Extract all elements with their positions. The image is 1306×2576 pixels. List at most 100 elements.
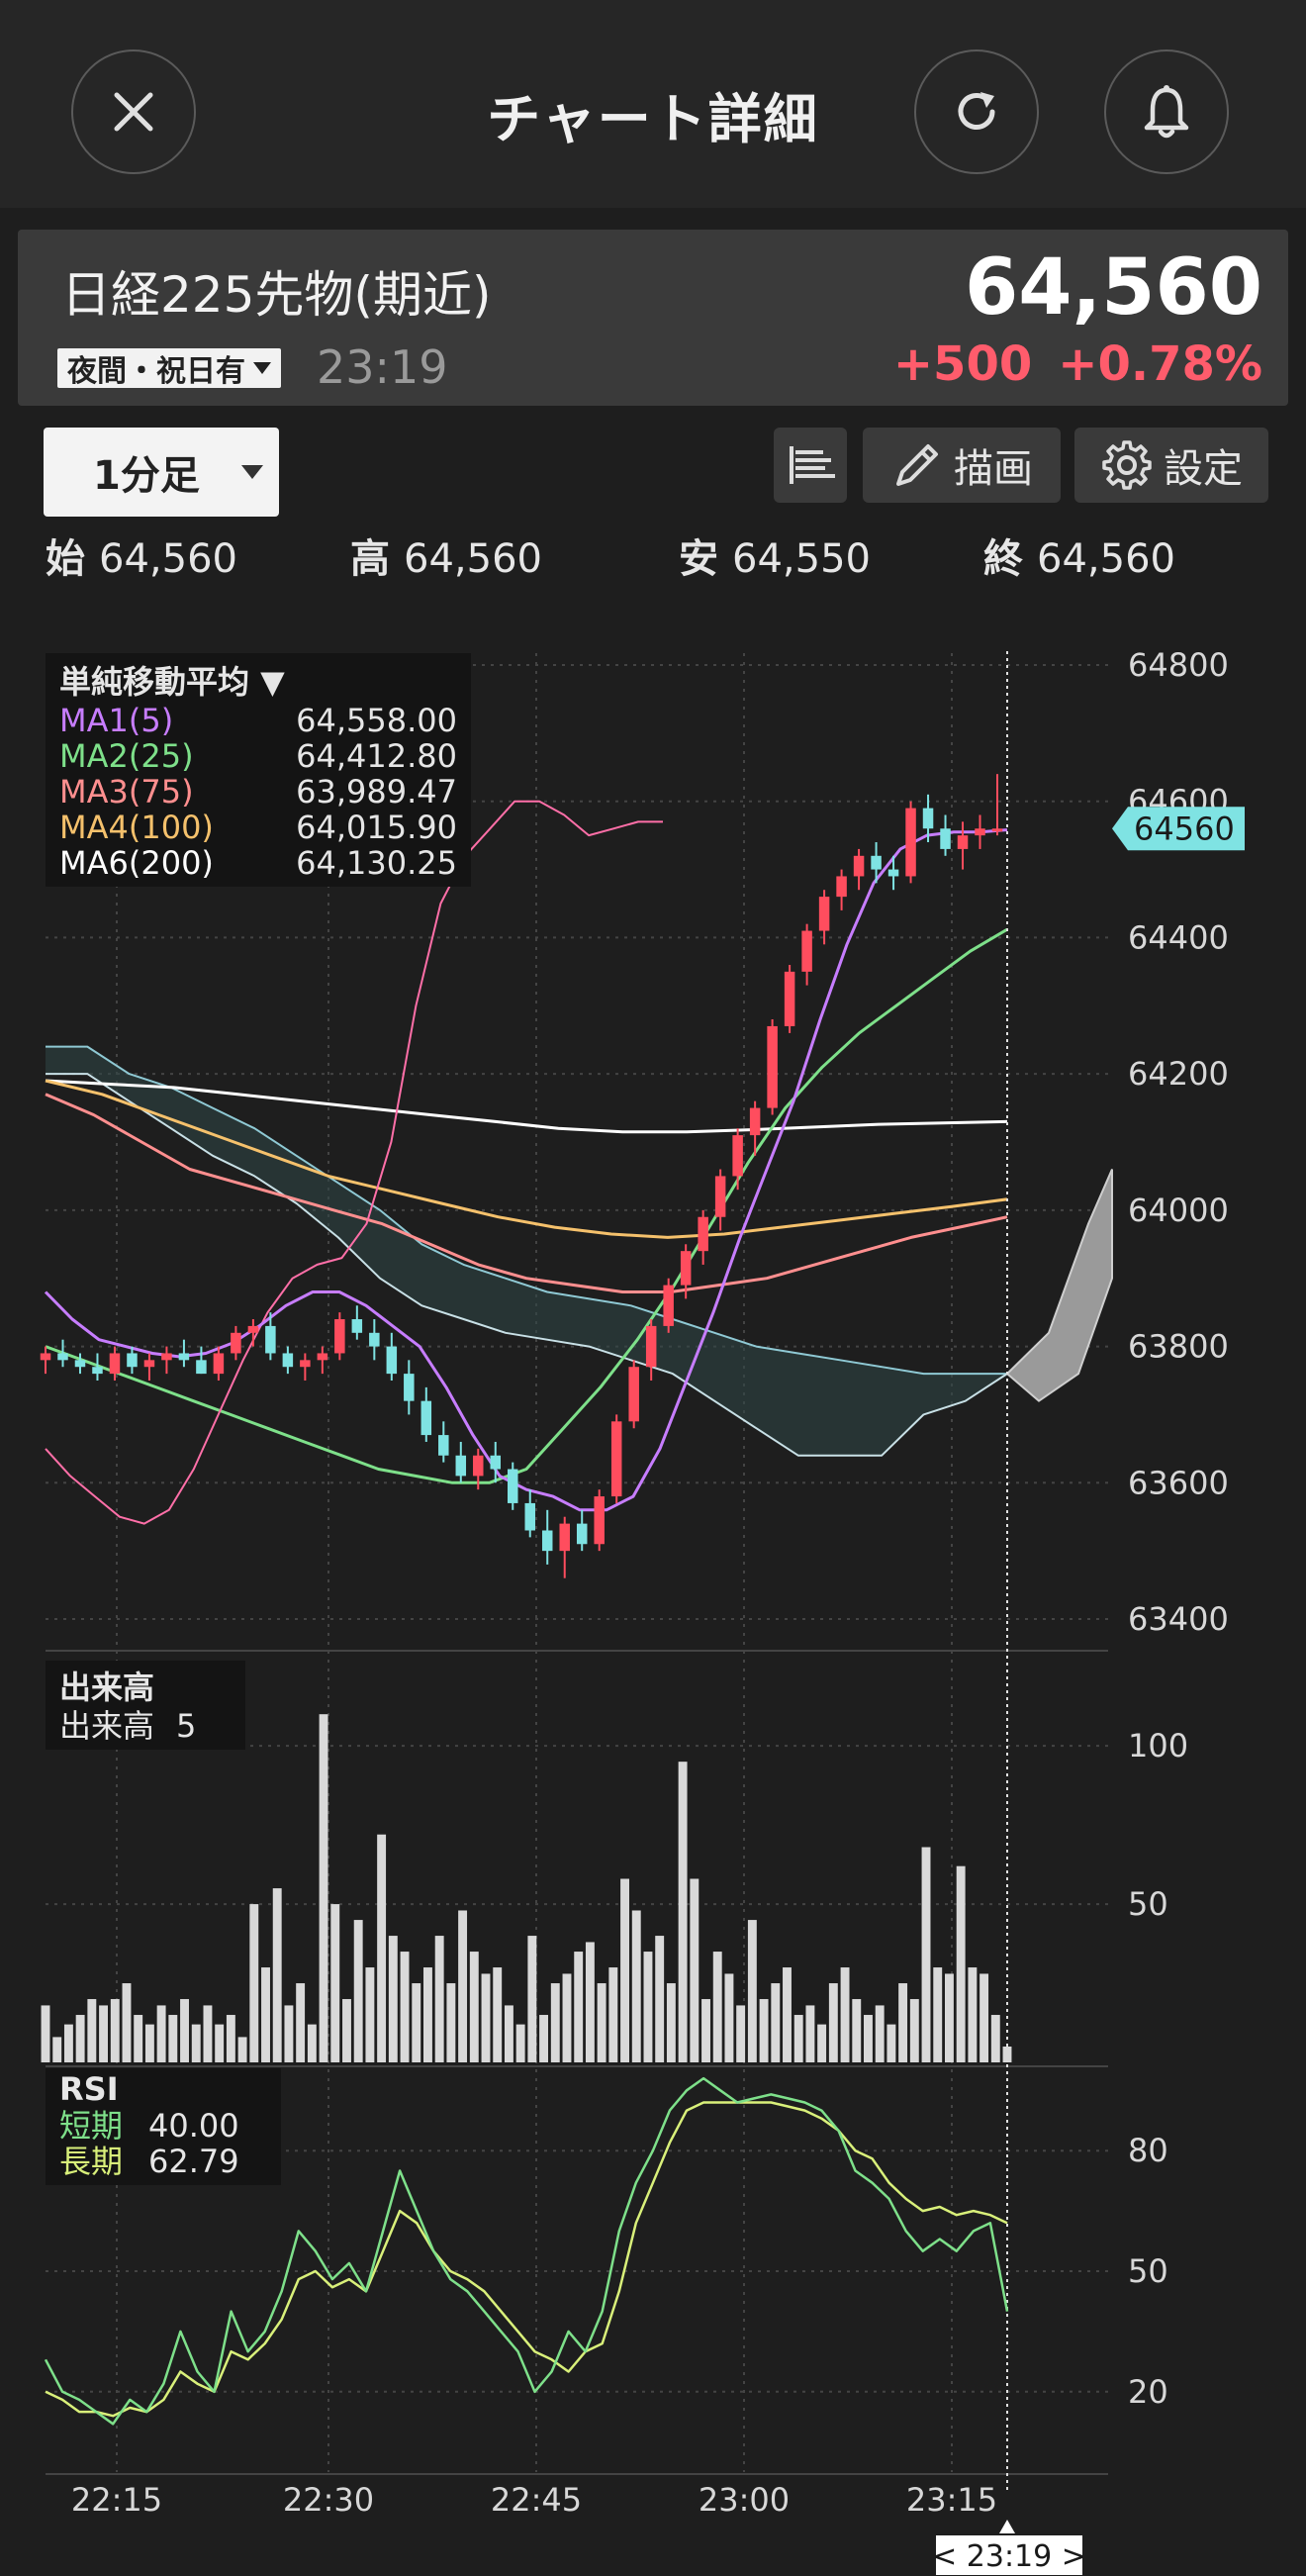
volume-bar: [99, 2005, 109, 2062]
candle-body: [940, 828, 951, 849]
candle-body: [922, 808, 934, 829]
volume-bar: [828, 1983, 838, 2062]
ma-legend[interactable]: 単純移動平均 ▼ MA1(5) 64,558.00 MA2(25) 64,412.8…: [46, 653, 471, 887]
volume-bar: [237, 2037, 247, 2062]
price-axis-tick-label: 64800: [1128, 646, 1229, 684]
ma-legend-row: MA3(75) 63,989.47: [59, 773, 457, 811]
candle-body: [698, 1216, 708, 1252]
price-axis-tick-label: 64400: [1128, 918, 1229, 956]
rsi-legend[interactable]: RSI 短期 40.00 長期 62.79: [46, 2068, 281, 2185]
volume-legend[interactable]: 出来高 出来高 5: [46, 1661, 245, 1750]
candle-body: [732, 1135, 743, 1177]
volume-bar: [41, 2005, 50, 2062]
candle-body: [282, 1353, 294, 1368]
volume-bar: [377, 1834, 387, 2062]
ma-legend-row: MA4(100) 64,015.90: [59, 809, 457, 846]
candle-body: [404, 1374, 415, 1401]
volume-bar: [481, 1973, 491, 2062]
volume-bar: [771, 1983, 781, 2062]
volume-bar: [817, 2024, 827, 2062]
volume-bar: [933, 1967, 943, 2062]
volume-legend-title: 出来高: [59, 1669, 155, 1706]
candle-body: [645, 1325, 657, 1368]
volume-bar: [620, 1878, 629, 2062]
candle-body: [109, 1353, 121, 1375]
volume-bar: [875, 2005, 885, 2062]
candle-body: [247, 1325, 259, 1333]
volume-bar: [144, 2024, 154, 2062]
price-axis-tick-label: 64000: [1128, 1192, 1229, 1229]
volume-bar: [864, 2015, 873, 2062]
volume-bar: [365, 1967, 375, 2062]
candle-body: [300, 1360, 311, 1368]
candle-body: [714, 1176, 726, 1217]
volume-bar: [110, 1999, 120, 2062]
volume-bar: [261, 1967, 270, 2062]
volume-bar: [87, 1999, 97, 2062]
candle-body: [420, 1400, 432, 1436]
volume-bar: [666, 1983, 676, 2062]
candle-body: [767, 1025, 778, 1108]
volume-bar: [226, 2015, 235, 2062]
volume-bar: [446, 1983, 456, 2062]
candle-body: [178, 1353, 190, 1361]
volume-bar: [296, 1983, 306, 2062]
rsi-axis-tick-label: 80: [1128, 2132, 1168, 2169]
volume-bar: [504, 2005, 513, 2062]
volume-bar: [886, 2024, 896, 2062]
ma-legend-title: 単純移動平均 ▼: [59, 663, 285, 701]
volume-bar: [712, 1952, 722, 2062]
candle-body: [40, 1353, 51, 1361]
volume-bar: [134, 2015, 143, 2062]
candle-body: [213, 1353, 225, 1375]
candle-body: [524, 1502, 535, 1531]
rsi-axis-tick-label: 20: [1128, 2373, 1168, 2411]
candle-body: [853, 855, 865, 877]
candle-body: [143, 1360, 155, 1368]
volume-bar: [643, 1952, 653, 2062]
candle-body: [975, 828, 985, 836]
ma-legend-row: MA6(200) 64,130.25: [59, 844, 457, 882]
volume-legend-row: 出来高 5: [59, 1707, 197, 1745]
volume-bar: [783, 1967, 792, 2062]
volume-bar: [747, 1920, 757, 2062]
candle-body: [334, 1319, 345, 1354]
volume-bar: [527, 1936, 537, 2062]
volume-bar: [701, 1999, 710, 2062]
volume-axis-tick-label: 100: [1128, 1727, 1188, 1765]
volume-bar: [840, 1967, 850, 2062]
candle-body: [265, 1325, 276, 1354]
volume-bar: [215, 2024, 225, 2062]
candle-body: [576, 1523, 588, 1545]
candle-body: [231, 1332, 241, 1354]
volume-bar: [550, 1983, 560, 2062]
time-axis-tick-label: 23:15: [906, 2481, 997, 2519]
rsi-legend-row: 長期 62.79: [59, 2143, 239, 2180]
cursor-marker: [999, 2520, 1015, 2533]
price-axis-tick-label: 63800: [1128, 1328, 1229, 1366]
candle-body: [836, 876, 847, 898]
volume-bar: [574, 1952, 584, 2062]
volume-bar: [191, 2024, 201, 2062]
volume-bar: [353, 1920, 363, 2062]
volume-bar: [944, 1973, 954, 2062]
candle-body: [455, 1455, 467, 1477]
candle-body: [801, 930, 812, 972]
candle-body: [508, 1469, 518, 1503]
time-axis-tick-label: 22:30: [283, 2481, 374, 2519]
candle-body: [351, 1319, 363, 1333]
volume-bar: [724, 1973, 734, 2062]
volume-bar: [921, 1847, 931, 2062]
candle-body: [161, 1353, 172, 1361]
chart-canvas[interactable]: 6480064600644006420064000638006360063400…: [0, 0, 1306, 2576]
volume-bar: [1002, 2047, 1012, 2062]
volume-bar: [203, 2005, 213, 2062]
candle-body: [473, 1455, 484, 1477]
volume-bar: [469, 1952, 479, 2062]
volume-bar: [400, 1952, 410, 2062]
time-axis-tick-label: 22:15: [71, 2481, 162, 2519]
volume-bar: [956, 1865, 966, 2062]
candle-body: [74, 1360, 86, 1368]
candle-body: [663, 1285, 674, 1326]
volume-bar: [980, 1973, 989, 2062]
